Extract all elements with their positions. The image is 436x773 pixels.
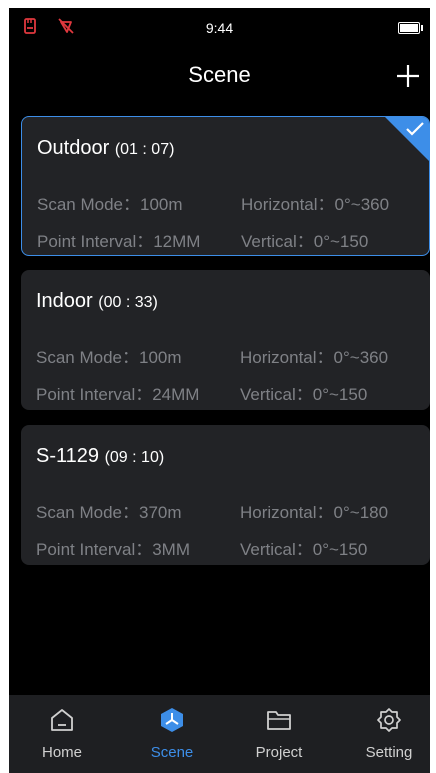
scene-card-outdoor[interactable]: Outdoor (01 : 07) Scan Mode：100m Horizon… [21,116,430,256]
vertical-text: Vertical：0°~150 [240,540,368,559]
point-interval-text: Point Interval：12MM [37,232,201,251]
vertical-text: Vertical：0°~150 [241,232,369,251]
nav-header: Scene [9,48,430,104]
tab-label: Setting [365,744,413,761]
check-icon [406,122,424,136]
folder-icon [267,711,291,730]
tab-setting[interactable]: Setting [344,695,430,773]
scene-name: Indoor [36,290,93,312]
scene-icon [161,708,183,732]
scene-duration: (00 : 33) [98,294,158,311]
horizontal-text: Horizontal：0°~360 [240,348,389,367]
scene-card-indoor[interactable]: Indoor (00 : 33) Scan Mode：100m Horizont… [21,270,430,410]
scene-duration: (09 : 10) [104,449,165,466]
scan-mode-text: Scan Mode：100m [37,195,183,214]
scene-card-s-1129[interactable]: S-1129 (09 : 10) Scan Mode：370m Horizont… [21,425,430,565]
scene-duration: (01 : 07) [114,141,175,158]
scan-mode-text: Scan Mode：100m [36,348,182,367]
tab-project[interactable]: Project [234,695,324,773]
scene-name: S-1129 [36,445,100,467]
scene-name: Outdoor [37,137,110,159]
point-interval-text: Point Interval：3MM [36,540,190,559]
scan-mode-text: Scan Mode：370m [36,503,182,522]
horizontal-text: Horizontal：0°~180 [240,503,389,522]
status-bar: 9:44 [9,8,430,48]
tab-home[interactable]: Home [17,695,107,773]
scene-title: Outdoor (01 : 07) [37,137,174,160]
tab-label: Project [255,744,303,761]
scene-title: S-1129 (09 : 10) [36,445,164,468]
point-interval-text: Point Interval：24MM [36,385,200,404]
tab-scene[interactable]: Scene [127,695,217,773]
bottom-tab-bar: Home Scene Project Setting [9,695,430,773]
scene-title: Indoor (00 : 33) [36,290,158,313]
gear-icon [377,708,401,732]
battery-icon [398,22,423,34]
home-icon [51,709,73,731]
status-time: 9:44 [205,20,234,36]
plus-icon [397,65,419,87]
tab-label: Home [41,744,82,761]
phone-screen: 9:44 Scene Outdoor (01 : 07) Scan Mode：1… [9,8,430,773]
horizontal-text: Horizontal：0°~360 [241,195,390,214]
tab-label: Scene [150,744,194,761]
add-scene-button[interactable] [394,62,422,90]
vertical-text: Vertical：0°~150 [240,385,368,404]
page-title: Scene [188,62,251,87]
